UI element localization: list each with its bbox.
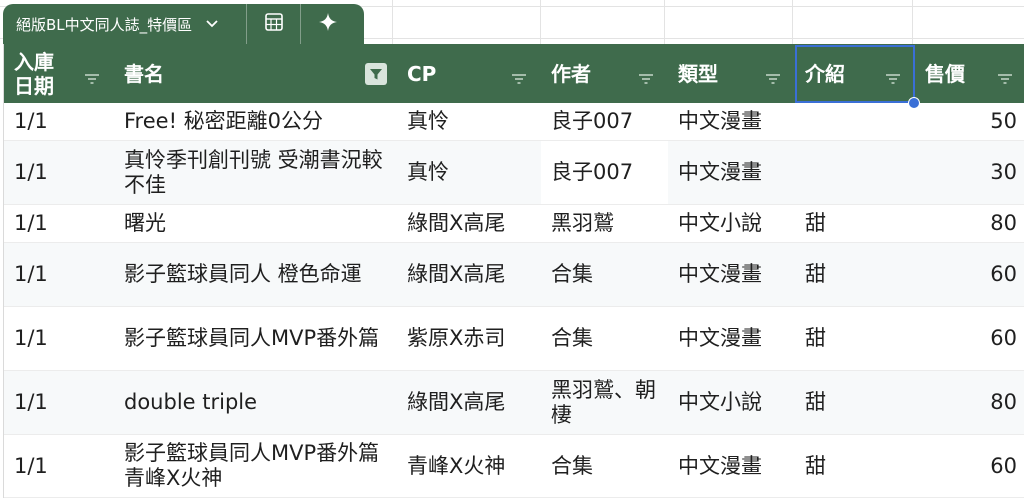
cell-cp[interactable]: 綠間X高尾 xyxy=(397,205,541,242)
cell-title[interactable]: Free! 秘密距離0公分 xyxy=(114,103,397,140)
column-header-label: CP xyxy=(407,62,437,86)
cell-price[interactable]: 60 xyxy=(915,307,1024,370)
cell-title[interactable]: 曙光 xyxy=(114,205,397,242)
cell-author[interactable]: 黑羽鷲、朝棲 xyxy=(541,371,668,434)
cell-cp[interactable]: 紫原X赤司 xyxy=(397,307,541,370)
header-row: 入庫 日期 書名 CP 作者 類型 介紹 售價 xyxy=(4,44,1024,103)
cell-cp[interactable]: 綠間X高尾 xyxy=(397,243,541,306)
cell-author[interactable]: 合集 xyxy=(541,435,668,497)
cell-type[interactable]: 中文小說 xyxy=(668,205,795,242)
table-row: 1/1 影子籃球員同人MVP番外篇 青峰X火神 青峰X火神 合集 中文漫畫 甜 … xyxy=(4,435,1024,498)
filter-icon[interactable] xyxy=(997,67,1013,84)
filter-icon[interactable] xyxy=(84,67,100,84)
cell-cp[interactable]: 綠間X高尾 xyxy=(397,371,541,434)
cell-type[interactable]: 中文小說 xyxy=(668,371,795,434)
column-header-label: 售價 xyxy=(925,62,965,86)
cell-author[interactable]: 合集 xyxy=(541,307,668,370)
column-header-label: 書名 xyxy=(124,62,164,86)
cell-intro[interactable]: 甜 xyxy=(795,307,915,370)
cell-date[interactable]: 1/1 xyxy=(4,435,114,497)
column-header-cp[interactable]: CP xyxy=(397,45,541,103)
cell-title[interactable]: 影子籃球員同人MVP番外篇 青峰X火神 xyxy=(114,435,397,497)
calculator-button[interactable] xyxy=(247,4,300,44)
column-header-intro[interactable]: 介紹 xyxy=(795,45,915,103)
table-name-tab[interactable]: 絕版BL中文同人誌_特價區 xyxy=(3,4,364,44)
cell-date[interactable]: 1/1 xyxy=(4,307,114,370)
cell-type[interactable]: 中文漫畫 xyxy=(668,435,795,497)
column-header-label: 入庫 日期 xyxy=(14,50,54,98)
table-name: 絕版BL中文同人誌_特價區 xyxy=(16,15,193,34)
sparkle-icon xyxy=(318,12,338,36)
cell-author[interactable]: 良子007 xyxy=(541,141,668,204)
cell-date[interactable]: 1/1 xyxy=(4,141,114,204)
sparkle-button[interactable] xyxy=(301,4,354,44)
cell-price[interactable]: 60 xyxy=(915,243,1024,306)
filter-active-icon[interactable] xyxy=(365,63,387,85)
cell-price[interactable]: 80 xyxy=(915,371,1024,434)
cell-title[interactable]: double triple xyxy=(114,371,397,434)
selection-handle[interactable] xyxy=(908,97,920,109)
cell-price[interactable]: 30 xyxy=(915,141,1024,204)
column-header-label: 類型 xyxy=(678,62,718,86)
cell-cp[interactable]: 青峰X火神 xyxy=(397,435,541,497)
cell-price[interactable]: 60 xyxy=(915,435,1024,497)
column-header-date[interactable]: 入庫 日期 xyxy=(4,45,114,103)
table-row: 1/1 真怜季刊創刊號 受潮書況較不佳 真怜 良子007 中文漫畫 30 xyxy=(4,141,1024,205)
cell-title[interactable]: 影子籃球員同人MVP番外篇 xyxy=(114,307,397,370)
column-header-type[interactable]: 類型 xyxy=(668,45,795,103)
filter-icon[interactable] xyxy=(885,67,901,84)
column-header-label: 作者 xyxy=(551,62,591,86)
column-header-author[interactable]: 作者 xyxy=(541,45,668,103)
cell-intro[interactable]: 甜 xyxy=(795,205,915,242)
cell-cp[interactable]: 真怜 xyxy=(397,103,541,140)
filter-icon[interactable] xyxy=(638,67,654,84)
table-row: 1/1 曙光 綠間X高尾 黑羽鷲 中文小說 甜 80 xyxy=(4,205,1024,243)
cell-price[interactable]: 50 xyxy=(915,103,1024,140)
cell-intro[interactable] xyxy=(795,103,915,140)
cell-date[interactable]: 1/1 xyxy=(4,243,114,306)
cell-date[interactable]: 1/1 xyxy=(4,371,114,434)
cell-price[interactable]: 80 xyxy=(915,205,1024,242)
column-header-title[interactable]: 書名 xyxy=(114,45,397,103)
cell-author[interactable]: 合集 xyxy=(541,243,668,306)
filter-icon[interactable] xyxy=(511,67,527,84)
table-row: 1/1 Free! 秘密距離0公分 真怜 良子007 中文漫畫 50 xyxy=(4,103,1024,141)
cell-title[interactable]: 真怜季刊創刊號 受潮書況較不佳 xyxy=(114,141,397,204)
cell-author[interactable]: 黑羽鷲 xyxy=(541,205,668,242)
cell-type[interactable]: 中文漫畫 xyxy=(668,141,795,204)
calculator-icon xyxy=(264,12,284,36)
cell-title[interactable]: 影子籃球員同人 橙色命運 xyxy=(114,243,397,306)
chevron-down-icon xyxy=(206,16,218,32)
table-row: 1/1 影子籃球員同人MVP番外篇 紫原X赤司 合集 中文漫畫 甜 60 xyxy=(4,307,1024,371)
cell-date[interactable]: 1/1 xyxy=(4,103,114,140)
table-name-dropdown[interactable]: 絕版BL中文同人誌_特價區 xyxy=(3,14,246,35)
table-row: 1/1 影子籃球員同人 橙色命運 綠間X高尾 合集 中文漫畫 甜 60 xyxy=(4,243,1024,307)
cell-author[interactable]: 良子007 xyxy=(541,103,668,140)
cell-cp[interactable]: 真怜 xyxy=(397,141,541,204)
cell-date[interactable]: 1/1 xyxy=(4,205,114,242)
column-header-price[interactable]: 售價 xyxy=(915,45,1024,103)
cell-type[interactable]: 中文漫畫 xyxy=(668,103,795,140)
data-table: 入庫 日期 書名 CP 作者 類型 介紹 售價 1/1 Free! 秘密距離0公… xyxy=(3,44,1024,498)
cell-intro[interactable]: 甜 xyxy=(795,371,915,434)
cell-intro[interactable]: 甜 xyxy=(795,435,915,497)
cell-type[interactable]: 中文漫畫 xyxy=(668,307,795,370)
column-header-label: 介紹 xyxy=(805,62,845,86)
cell-type[interactable]: 中文漫畫 xyxy=(668,243,795,306)
cell-intro[interactable]: 甜 xyxy=(795,243,915,306)
table-row: 1/1 double triple 綠間X高尾 黑羽鷲、朝棲 中文小說 甜 80 xyxy=(4,371,1024,435)
filter-icon[interactable] xyxy=(765,67,781,84)
cell-intro[interactable] xyxy=(795,141,915,204)
